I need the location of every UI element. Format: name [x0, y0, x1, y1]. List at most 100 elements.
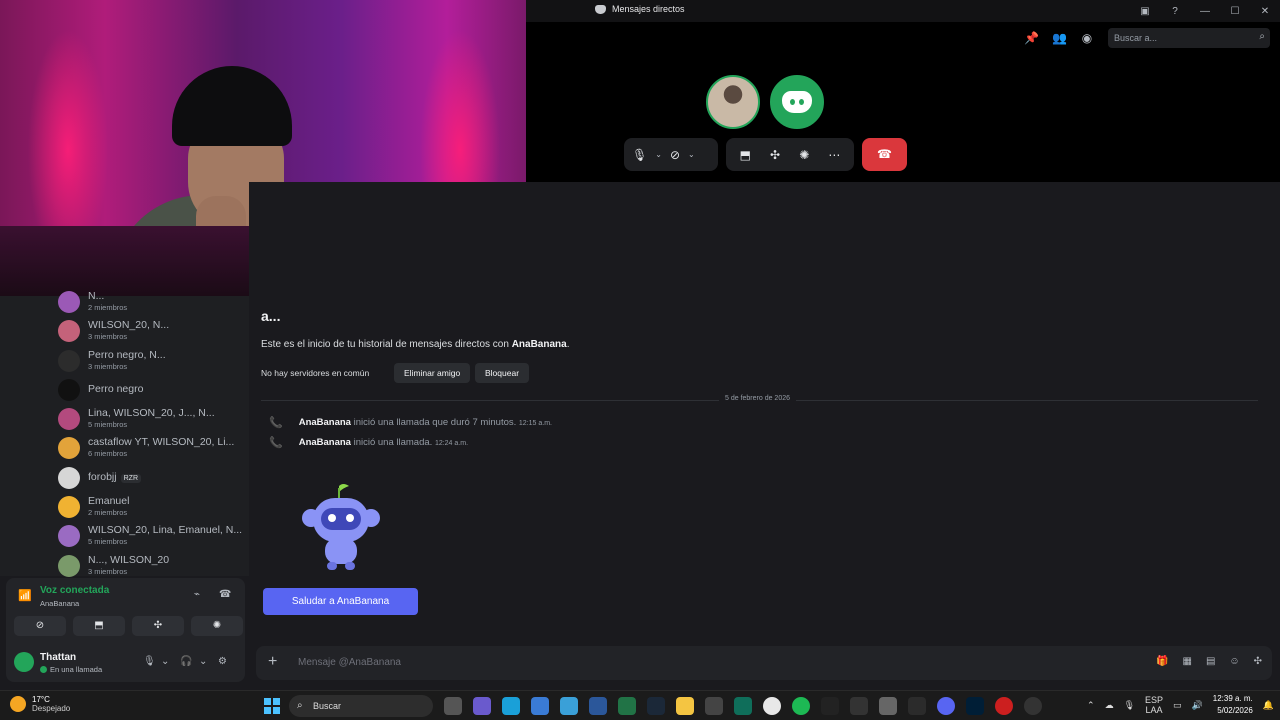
chevron-down-icon[interactable]: ⌄: [688, 150, 695, 159]
disconnect-call-button[interactable]: ☎: [862, 138, 907, 171]
maximize-button[interactable]: ☐: [1220, 6, 1250, 17]
noise-suppression-icon[interactable]: ⌁: [194, 589, 200, 600]
dm-item[interactable]: Emanuel 2 miembros: [58, 495, 129, 518]
steam-icon[interactable]: [647, 697, 665, 715]
inbox-icon[interactable]: ▣: [1130, 6, 1160, 17]
dm-item[interactable]: Perro negro: [58, 378, 143, 401]
add-friends-icon[interactable]: 👥: [1052, 31, 1067, 45]
activities-icon[interactable]: ✣: [770, 148, 780, 162]
cloud-icon[interactable]: ☁: [1105, 700, 1114, 711]
spotify-icon[interactable]: [792, 697, 810, 715]
edge-icon[interactable]: [502, 697, 520, 715]
more-options-icon[interactable]: ⋯: [828, 148, 840, 162]
notification-icon[interactable]: 🔔: [1263, 700, 1274, 711]
voice-channel-name[interactable]: AnaBanana: [40, 599, 79, 608]
chevron-down-icon[interactable]: ⌄: [161, 656, 169, 667]
avatar[interactable]: [14, 652, 34, 672]
message-author[interactable]: AnaBanana: [299, 417, 351, 428]
app-icon[interactable]: [1024, 697, 1042, 715]
excel-icon[interactable]: [618, 697, 636, 715]
username[interactable]: Thattan: [40, 652, 76, 663]
mail-icon[interactable]: [560, 697, 578, 715]
minimize-button[interactable]: —: [1190, 6, 1220, 17]
file-explorer-icon[interactable]: [676, 697, 694, 715]
settings-gear-icon[interactable]: ⚙: [218, 656, 227, 667]
settings-icon[interactable]: [879, 697, 897, 715]
chrome-icon[interactable]: [763, 697, 781, 715]
start-button[interactable]: [264, 698, 280, 714]
task-view-icon[interactable]: [444, 697, 462, 715]
photoshop-icon[interactable]: [966, 697, 984, 715]
search-icon: ⌕: [1259, 31, 1265, 42]
dm-members: 3 miembros: [88, 362, 128, 371]
group-avatar: [58, 555, 80, 577]
block-button[interactable]: Bloquear: [475, 363, 530, 383]
voice-connected-label[interactable]: Voz conectada: [40, 585, 109, 596]
microphone-icon[interactable]: 🎙: [143, 656, 156, 667]
signal-icon[interactable]: 📶: [18, 589, 32, 602]
apps-icon[interactable]: ✣: [1254, 656, 1262, 667]
soundboard-button[interactable]: ✺: [191, 616, 243, 636]
language-indicator[interactable]: ESP LAA: [1145, 695, 1163, 715]
participant-avatar-thattan[interactable]: [770, 75, 824, 129]
gif-icon[interactable]: ▦: [1182, 656, 1191, 667]
wave-button[interactable]: Saludar a AnaBanana: [263, 588, 418, 615]
emoji-icon[interactable]: ☺: [1229, 656, 1239, 667]
app-icon[interactable]: [850, 697, 868, 715]
word-icon[interactable]: [589, 697, 607, 715]
dm-item[interactable]: N..., WILSON_20 3 miembros: [58, 554, 169, 577]
search-input[interactable]: Buscar a... ⌕: [1108, 28, 1270, 48]
sticker-icon[interactable]: ▤: [1206, 656, 1215, 667]
screen-share-button[interactable]: ⬒: [73, 616, 125, 636]
app-icon[interactable]: [734, 697, 752, 715]
pin-icon[interactable]: 📌: [1024, 31, 1039, 45]
camera-off-icon[interactable]: ⊘: [670, 148, 680, 162]
copilot-icon[interactable]: [473, 697, 491, 715]
dm-item[interactable]: N... 2 miembros: [58, 290, 127, 313]
headphones-icon[interactable]: 🎧: [180, 656, 192, 667]
chevron-up-icon[interactable]: ⌃: [1087, 700, 1095, 711]
gift-icon[interactable]: 🎁: [1156, 656, 1168, 667]
weather-widget[interactable]: 17°C Despejado: [10, 695, 70, 713]
dm-item[interactable]: Lina, WILSON_20, J..., N... 5 miembros: [58, 407, 215, 430]
microphone-icon[interactable]: 🎙: [632, 148, 647, 162]
user-profile-icon[interactable]: ◉: [1080, 31, 1094, 45]
add-attachment-icon[interactable]: +: [268, 653, 277, 671]
dm-members: 2 miembros: [88, 303, 128, 312]
volume-icon[interactable]: 🔊: [1192, 700, 1203, 711]
dm-item[interactable]: WILSON_20, Lina, Emanuel, N... 5 miembros: [58, 524, 242, 547]
disconnect-icon[interactable]: ☎: [219, 589, 231, 600]
clan-tag: RZR: [120, 474, 141, 483]
status-dot-icon: [40, 666, 47, 673]
help-icon[interactable]: ?: [1160, 6, 1190, 17]
dm-item[interactable]: Perro negro, N... 3 miembros: [58, 349, 166, 372]
discord-icon[interactable]: [937, 697, 955, 715]
app-icon[interactable]: [705, 697, 723, 715]
dm-item[interactable]: castaflow YT, WILSON_20, Li... 6 miembros: [58, 436, 234, 459]
app-icon[interactable]: [995, 697, 1013, 715]
close-button[interactable]: ✕: [1250, 6, 1280, 17]
group-avatar: [58, 496, 80, 518]
soundboard-icon[interactable]: ✺: [799, 148, 809, 162]
clock[interactable]: 12:39 a. m. 5/02/2026: [1213, 693, 1253, 717]
dm-item[interactable]: forobjj RZR: [58, 466, 141, 489]
message-author[interactable]: AnaBanana: [299, 437, 351, 448]
network-icon[interactable]: ▭: [1173, 700, 1182, 711]
chevron-down-icon[interactable]: ⌄: [199, 656, 207, 667]
message-input[interactable]: Mensaje @AnaBanana: [298, 657, 401, 668]
microphone-icon[interactable]: 🎙: [1124, 700, 1135, 711]
participant-avatar-anabanana[interactable]: [706, 75, 760, 129]
message-composer[interactable]: + Mensaje @AnaBanana 🎁 ▦ ▤ ☺ ✣: [256, 646, 1272, 680]
group-avatar: [58, 408, 80, 430]
weather-condition: Despejado: [32, 704, 71, 713]
remove-friend-button[interactable]: Eliminar amigo: [394, 363, 471, 383]
epic-games-icon[interactable]: [908, 697, 926, 715]
dm-item[interactable]: WILSON_20, N... 3 miembros: [58, 319, 169, 342]
camera-toggle-button[interactable]: ⊘: [14, 616, 66, 636]
screen-share-icon[interactable]: ⬒: [740, 148, 751, 162]
taskbar-search[interactable]: ⌕ Buscar: [289, 695, 433, 717]
activities-button[interactable]: ✣: [132, 616, 184, 636]
tiktok-icon[interactable]: [821, 697, 839, 715]
store-icon[interactable]: [531, 697, 549, 715]
chevron-down-icon[interactable]: ⌄: [655, 150, 662, 159]
